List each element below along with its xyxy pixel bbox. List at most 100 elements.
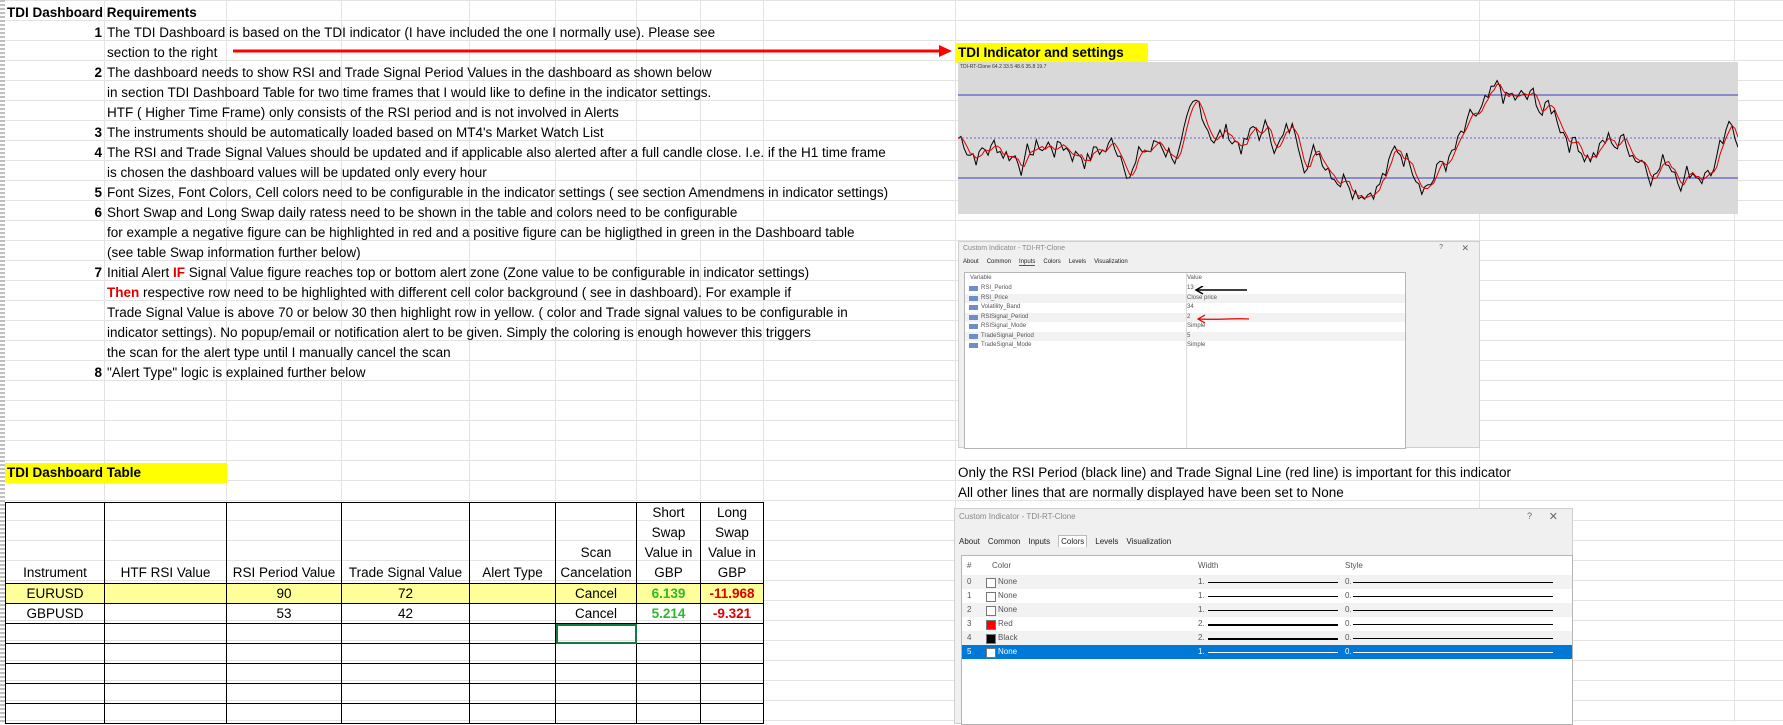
cell-long-swap[interactable]: -11.968 [700, 583, 764, 604]
empty-cell[interactable] [5, 703, 105, 724]
table-row[interactable]: EURUSD 90 72 Cancel 6.139 -11.968 [5, 583, 764, 604]
empty-cell[interactable] [555, 663, 637, 684]
tab-inputs[interactable]: Inputs [1028, 537, 1050, 546]
table-row[interactable]: GBPUSD 53 42 Cancel 5.214 -9.321 [5, 603, 764, 624]
header-alert-type[interactable]: Alert Type [469, 502, 556, 584]
header-short-swap[interactable]: Short Swap Value in GBP [636, 502, 701, 584]
cell-scan[interactable]: Cancel [555, 583, 637, 604]
color-swatch[interactable] [986, 648, 996, 658]
empty-cell[interactable] [700, 663, 764, 684]
tab-colors[interactable]: Colors [1058, 535, 1088, 547]
dashboard-table[interactable]: Instrument HTF RSI Value RSI Period Valu… [5, 502, 764, 724]
empty-cell[interactable] [5, 663, 105, 684]
input-row[interactable]: RSI_Period 13 [965, 284, 1405, 294]
empty-cell[interactable] [700, 683, 764, 704]
req-line[interactable]: Trade Signal Value is above 70 or below … [107, 303, 848, 323]
cell-htf[interactable] [104, 583, 227, 604]
req-line[interactable]: "Alert Type" logic is explained further … [107, 363, 365, 383]
empty-cell[interactable] [636, 623, 701, 644]
cell-alert[interactable] [469, 583, 556, 604]
empty-cell[interactable] [341, 703, 470, 724]
header-scan-cancelation[interactable]: Scan Cancelation [555, 502, 637, 584]
indicator-heading[interactable]: TDI Indicator and settings [956, 43, 1148, 63]
tab-colors[interactable]: Colors [1043, 259, 1060, 265]
cell-short-swap[interactable]: 5.214 [636, 603, 701, 624]
empty-cell[interactable] [5, 683, 105, 704]
header-trade-signal[interactable]: Trade Signal Value [341, 502, 470, 584]
help-button[interactable]: ? [1527, 511, 1532, 521]
empty-cell[interactable] [341, 683, 470, 704]
color-swatch[interactable] [986, 606, 996, 616]
empty-cell[interactable] [341, 663, 470, 684]
colors-list[interactable]: # Color Width Style 0 None 1. 0. 1 None … [961, 555, 1573, 725]
input-row[interactable]: RSI_Price Close price [965, 293, 1405, 303]
cell-instrument[interactable]: GBPUSD [5, 603, 105, 624]
color-row[interactable]: 2 None 1. 0. [962, 603, 1572, 617]
empty-cell[interactable] [469, 703, 556, 724]
color-row[interactable]: 0 None 1. 0. [962, 575, 1572, 589]
empty-cell[interactable] [104, 683, 227, 704]
input-row[interactable]: RSISignal_Mode Simple [965, 322, 1405, 332]
req-line[interactable]: indicator settings). No popup/email or n… [107, 323, 811, 343]
header-htf-rsi[interactable]: HTF RSI Value [104, 502, 227, 584]
input-val[interactable]: 5 [1187, 332, 1190, 342]
empty-cell[interactable] [636, 643, 701, 664]
tab-visualization[interactable]: Visualization [1094, 259, 1128, 265]
cell-scan[interactable]: Cancel [555, 603, 637, 624]
tab-common[interactable]: Common [987, 259, 1011, 265]
tab-visualization[interactable]: Visualization [1126, 537, 1171, 546]
empty-cell[interactable] [469, 663, 556, 684]
empty-cell[interactable] [226, 663, 342, 684]
help-button[interactable]: ? [1439, 244, 1443, 251]
cell-htf[interactable] [104, 603, 227, 624]
input-row[interactable]: TradeSignal_Period 5 [965, 331, 1405, 342]
cell-rsi[interactable]: 90 [226, 583, 342, 604]
req-line[interactable]: the scan for the alert type until I manu… [107, 343, 451, 363]
empty-cell[interactable] [700, 703, 764, 724]
color-row[interactable]: 3 Red 2. 0. [962, 617, 1572, 631]
empty-cell[interactable] [226, 623, 342, 644]
req-line[interactable]: Font Sizes, Font Colors, Cell colors nee… [107, 183, 888, 203]
req-line[interactable]: in section TDI Dashboard Table for two t… [107, 83, 711, 103]
inputs-list[interactable]: Variable Value RSI_Period 13 RSI_Price Clos… [964, 272, 1406, 449]
header-instrument[interactable]: Instrument [5, 502, 105, 584]
table-row[interactable] [5, 683, 764, 704]
colors-dialog[interactable]: Custom Indicator - TDI-RT-Clone ? ✕ Abou… [954, 508, 1573, 725]
req-line[interactable]: section to the right [107, 43, 217, 63]
table-row[interactable] [5, 623, 764, 644]
tab-inputs[interactable]: Inputs [1019, 259, 1036, 266]
tab-common[interactable]: Common [988, 537, 1020, 546]
input-row[interactable]: RSISignal_Period 2 [965, 312, 1405, 322]
empty-cell[interactable] [700, 623, 764, 644]
input-row[interactable]: Volatility_Band 34 [965, 303, 1405, 313]
header-rsi-period[interactable]: RSI Period Value [226, 502, 342, 584]
cell-short-swap[interactable]: 6.139 [636, 583, 701, 604]
empty-cell[interactable] [636, 683, 701, 704]
empty-cell[interactable] [555, 703, 637, 724]
close-icon[interactable]: ✕ [1549, 510, 1558, 523]
empty-cell[interactable] [104, 623, 227, 644]
cell-long-swap[interactable]: -9.321 [700, 603, 764, 624]
color-swatch[interactable] [986, 578, 996, 588]
empty-cell[interactable] [104, 663, 227, 684]
cell-signal[interactable]: 42 [341, 603, 470, 624]
input-row[interactable]: TradeSignal_Mode Simple [965, 341, 1405, 351]
req-line[interactable]: Then respective row need to be highlight… [107, 283, 791, 303]
empty-cell[interactable] [469, 623, 556, 644]
color-row-selected[interactable]: 5 None 1. 0. [962, 645, 1572, 659]
close-icon[interactable]: ✕ [1461, 243, 1469, 254]
input-val[interactable]: Simple [1187, 341, 1205, 351]
empty-cell[interactable] [469, 643, 556, 664]
tab-levels[interactable]: Levels [1069, 259, 1086, 265]
indicator-note[interactable]: All other lines that are normally displa… [958, 483, 1344, 503]
active-cell[interactable] [555, 623, 637, 644]
empty-cell[interactable] [5, 643, 105, 664]
req-line[interactable]: The RSI and Trade Signal Values should b… [107, 143, 886, 163]
req-line[interactable]: The TDI Dashboard is based on the TDI in… [107, 23, 715, 43]
empty-cell[interactable] [226, 703, 342, 724]
empty-cell[interactable] [636, 703, 701, 724]
color-swatch[interactable] [986, 634, 996, 644]
cell-alert[interactable] [469, 603, 556, 624]
empty-cell[interactable] [226, 643, 342, 664]
req-line[interactable]: (see table Swap information further belo… [107, 243, 361, 263]
